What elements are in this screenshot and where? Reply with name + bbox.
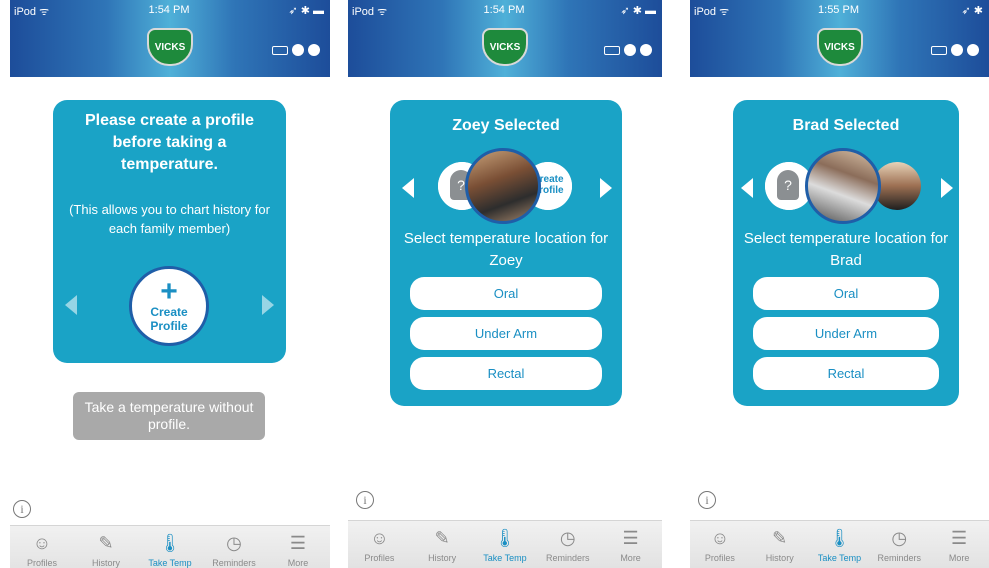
vicks-logo: VICKS — [147, 28, 193, 66]
clock-icon: ◷ — [226, 533, 242, 553]
under-arm-button[interactable]: Under Arm — [410, 317, 602, 350]
vicks-logo: VICKS — [816, 28, 863, 66]
menu-icon: ☰ — [622, 528, 639, 548]
tab-bar: ☺ Profiles ✎ History 🌡 Take Temp ◷ Reminders… — [690, 520, 989, 568]
card-note: (This allows you to chart history for ea… — [69, 202, 270, 236]
status-icons: ➶ ✱ — [961, 5, 984, 17]
device-status-icons — [272, 44, 320, 56]
clock: 1:54 PM — [483, 4, 525, 16]
create-label: Create — [150, 305, 188, 319]
thermometer-icon: 🌡 — [158, 533, 182, 553]
oral-button[interactable]: Oral — [410, 277, 602, 310]
clock-icon: ◷ — [891, 528, 908, 548]
selected-profile-title: Brad Selected — [792, 117, 900, 134]
person-icon: ☺ — [32, 533, 52, 553]
rectal-button[interactable]: Rectal — [753, 357, 939, 390]
carrier-label: iPod ᯤ — [352, 6, 388, 18]
notepad-icon: ✎ — [434, 528, 450, 548]
screen-no-profile: iPod ᯤ 1:54 PM ➶ ✱ ▬ VICKS Please create… — [10, 0, 330, 568]
tab-history[interactable]: ✎ History — [76, 526, 136, 568]
status-bar: iPod ᯤ 1:54 PM ➶ ✱ ▬ — [14, 4, 324, 20]
bluetooth-icon — [624, 44, 636, 56]
tab-reminders[interactable]: ◷ Reminders — [538, 521, 598, 568]
tab-take-temp[interactable]: 🌡 Take Temp — [140, 526, 200, 568]
battery-icon — [931, 45, 947, 55]
previous-profile-arrow-icon[interactable] — [741, 178, 753, 198]
menu-icon: ☰ — [289, 533, 307, 553]
tab-take-temp[interactable]: 🌡 Take Temp — [475, 521, 535, 568]
app-header: iPod ᯤ 1:54 PM ➶ ✱ ▬ VICKS — [10, 0, 330, 77]
notepad-icon: ✎ — [772, 528, 788, 548]
rectal-button[interactable]: Rectal — [410, 357, 602, 390]
carrier-label: iPod ᯤ — [14, 6, 50, 18]
tab-profiles[interactable]: ☺ Profiles — [690, 521, 750, 568]
select-location-label: Select temperature location for Zoey — [403, 230, 609, 269]
info-icon[interactable]: i — [13, 500, 31, 518]
thermometer-icon: 🌡 — [493, 528, 517, 548]
person-icon: ☺ — [370, 528, 389, 548]
under-arm-button[interactable]: Under Arm — [753, 317, 939, 350]
device-status-icons — [931, 44, 979, 56]
tab-history[interactable]: ✎ History — [412, 521, 472, 568]
app-header: iPod ᯤ 1:54 PM ➶ ✱ ▬ VICKS — [348, 0, 662, 77]
tab-more[interactable]: ☰ More — [268, 526, 328, 568]
plus-icon: + — [160, 275, 178, 308]
selected-profile-title: Zoey Selected — [452, 117, 560, 134]
profile-prompt-card: Please create a profile before taking a … — [53, 100, 286, 363]
take-temp-without-profile-button[interactable]: Take a temperature without profile. — [73, 392, 265, 440]
avatar-selected-brad[interactable] — [805, 148, 881, 224]
tab-history[interactable]: ✎ History — [750, 521, 810, 568]
next-profile-arrow-icon[interactable] — [262, 295, 274, 315]
tab-take-temp[interactable]: 🌡 Take Temp — [810, 521, 870, 568]
carrier-label: iPod ᯤ — [694, 6, 730, 18]
oral-button[interactable]: Oral — [753, 277, 939, 310]
status-icons: ➶ ✱ ▬ — [620, 5, 656, 17]
avatar-selected-zoey[interactable] — [465, 148, 541, 224]
clock-icon: ◷ — [559, 528, 576, 548]
menu-icon: ☰ — [951, 528, 968, 548]
screenshot-collage: iPod ᯤ 1:54 PM ➶ ✱ ▬ VICKS Please create… — [0, 0, 989, 568]
tab-reminders[interactable]: ◷ Reminders — [869, 521, 929, 568]
thermometer-device-icon — [308, 44, 320, 56]
screen-zoey-selected: iPod ᯤ 1:54 PM ➶ ✱ ▬ VICKS Zoey Selected… — [348, 0, 662, 568]
clock: 1:55 PM — [818, 4, 859, 16]
battery-icon — [604, 45, 620, 55]
notepad-icon: ✎ — [98, 533, 114, 553]
select-location-label: Select temperature location for Brad — [743, 230, 949, 269]
screen-brad-selected: iPod ᯤ 1:55 PM ➶ ✱ VICKS Brad Selected S… — [690, 0, 989, 568]
device-status-icons — [604, 44, 652, 56]
vicks-logo: VICKS — [482, 28, 528, 66]
status-icons: ➶ ✱ ▬ — [288, 5, 324, 17]
bluetooth-icon — [951, 44, 963, 56]
info-icon[interactable]: i — [698, 491, 716, 509]
app-header: iPod ᯤ 1:55 PM ➶ ✱ VICKS — [690, 0, 989, 77]
profile-label: Profile — [150, 319, 188, 333]
status-bar: iPod ᯤ 1:55 PM ➶ ✱ — [694, 4, 983, 20]
card-title: Please create a profile before taking a … — [85, 112, 254, 173]
thermometer-icon: 🌡 — [828, 528, 851, 548]
status-bar: iPod ᯤ 1:54 PM ➶ ✱ ▬ — [352, 4, 656, 20]
create-profile-button[interactable]: + Create Profile — [129, 266, 209, 346]
tab-more[interactable]: ☰ More — [601, 521, 661, 568]
thermometer-device-icon — [967, 44, 979, 56]
tab-bar: ☺ Profiles ✎ History 🌡 Take Temp ◷ Reminders… — [10, 525, 330, 568]
next-profile-arrow-icon[interactable] — [600, 178, 612, 198]
tab-more[interactable]: ☰ More — [929, 521, 989, 568]
tab-bar: ☺ Profiles ✎ History 🌡 Take Temp ◷ Reminders… — [348, 520, 662, 568]
profile-selection-card: Zoey Selected Create Profile Select temp… — [390, 100, 622, 406]
info-icon[interactable]: i — [356, 491, 374, 509]
tab-reminders[interactable]: ◷ Reminders — [204, 526, 264, 568]
previous-profile-arrow-icon[interactable] — [65, 295, 77, 315]
thermometer-device-icon — [640, 44, 652, 56]
tab-profiles[interactable]: ☺ Profiles — [349, 521, 409, 568]
bluetooth-icon — [292, 44, 304, 56]
clock: 1:54 PM — [148, 4, 190, 16]
person-icon: ☺ — [710, 528, 730, 548]
previous-profile-arrow-icon[interactable] — [402, 178, 414, 198]
battery-icon — [272, 45, 288, 55]
profile-selection-card: Brad Selected Select temperature locatio… — [733, 100, 959, 406]
next-profile-arrow-icon[interactable] — [941, 178, 953, 198]
tab-profiles[interactable]: ☺ Profiles — [12, 526, 72, 568]
